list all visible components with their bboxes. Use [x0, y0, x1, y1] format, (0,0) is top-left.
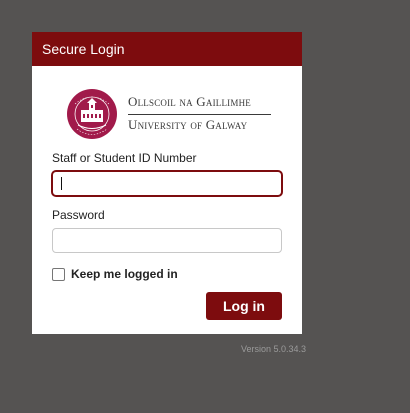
wordmark-irish: Ollscoil na Gaillimhe [128, 92, 271, 115]
text-caret [61, 177, 62, 190]
university-logo: Ollscoil na Gaillimhe University of Galw… [66, 88, 271, 140]
password-label: Password [52, 208, 105, 222]
id-label: Staff or Student ID Number [52, 151, 197, 165]
version-text: Version 5.0.34.3 [240, 344, 306, 354]
login-button[interactable]: Log in [206, 292, 282, 320]
wordmark-english: University of Galway [128, 117, 248, 132]
password-input[interactable] [52, 228, 282, 253]
panel-header: Secure Login [32, 32, 302, 66]
university-wordmark: Ollscoil na Gaillimhe University of Galw… [128, 92, 271, 134]
crest-seal-icon [67, 89, 117, 139]
remember-me[interactable]: Keep me logged in [52, 266, 178, 282]
panel-title: Secure Login [42, 41, 125, 57]
login-panel: Secure Login Ollscoil na Gaillimhe Unive… [32, 32, 302, 334]
id-input[interactable] [52, 171, 282, 196]
remember-checkbox[interactable] [52, 267, 65, 281]
remember-label: Keep me logged in [71, 267, 178, 281]
